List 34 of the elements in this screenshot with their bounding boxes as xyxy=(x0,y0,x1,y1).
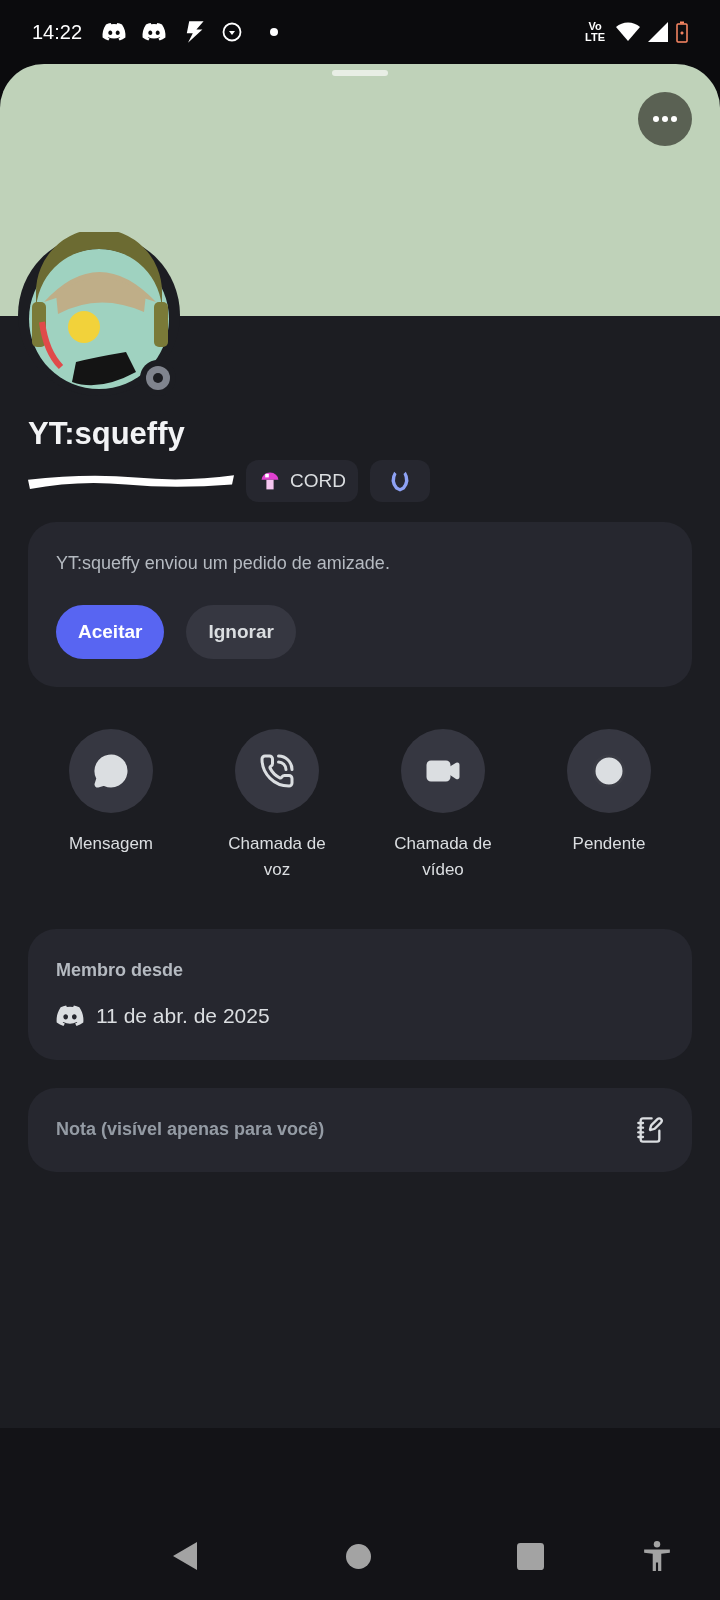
action-button[interactable]: Chamada de vídeo xyxy=(360,729,526,883)
notification-icon xyxy=(102,22,127,42)
dot-icon xyxy=(270,28,279,36)
drag-handle[interactable] xyxy=(332,70,388,76)
action-button[interactable]: Chamada de voz xyxy=(194,729,360,883)
action-button[interactable]: Mensagem xyxy=(28,729,194,883)
discord-logo-icon xyxy=(56,1003,84,1028)
server-tag[interactable]: CORD xyxy=(246,460,358,502)
more-icon xyxy=(653,116,677,122)
network-type: Vo LTE xyxy=(584,21,606,43)
home-icon[interactable] xyxy=(346,1543,371,1569)
friend-request-message: YT:squeffy enviou um pedido de amizade. xyxy=(56,552,391,575)
display-name: YT:squeffy xyxy=(28,416,186,452)
status-time: 14:22 xyxy=(32,20,83,45)
chat-bubble-icon xyxy=(93,753,129,789)
accessibility-icon[interactable] xyxy=(644,1541,670,1571)
download-icon xyxy=(222,22,243,42)
server-tag-label: CORD xyxy=(290,468,346,493)
note-field[interactable]: Nota (visível apenas para você) xyxy=(28,1087,692,1172)
battery-icon xyxy=(676,20,688,44)
phone-icon xyxy=(259,753,295,789)
wreath-badge[interactable] xyxy=(369,460,430,502)
more-options-button[interactable] xyxy=(638,92,692,146)
back-icon[interactable] xyxy=(172,1542,198,1570)
recents-icon[interactable] xyxy=(517,1542,544,1570)
accept-button[interactable]: Aceitar xyxy=(56,605,165,659)
signal-icon xyxy=(648,22,668,42)
ignore-button[interactable]: Ignorar xyxy=(186,605,296,659)
add-note-icon[interactable] xyxy=(636,1115,664,1144)
member-since-date: 11 de abr. de 2025 xyxy=(96,1003,270,1029)
member-since-title: Membro desde xyxy=(56,959,185,982)
action-button[interactable]: Pendente xyxy=(526,729,692,883)
notification-icon xyxy=(142,22,167,42)
wifi-icon xyxy=(616,22,640,42)
